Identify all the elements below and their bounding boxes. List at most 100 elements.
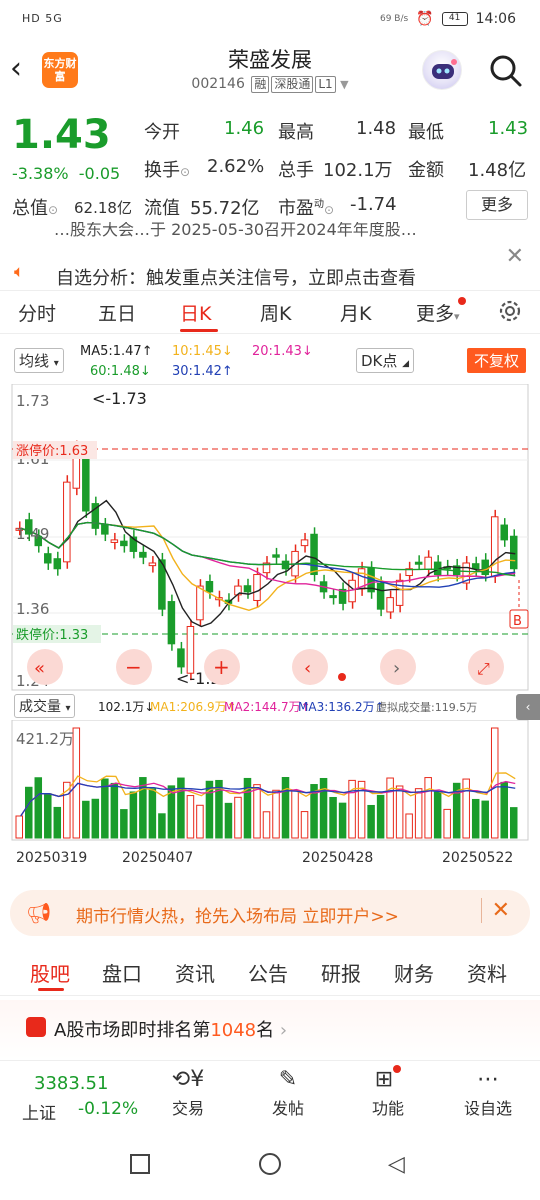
volume-bar [367,804,375,839]
search-icon[interactable] [488,53,524,89]
volume-bar [424,777,432,839]
volume-bar [300,811,309,839]
speaker-icon: 🔈︎ [14,262,25,282]
collapse-panel-icon[interactable]: ‹ [516,694,540,720]
buy-signal-marker[interactable]: B [513,614,522,629]
promo-text[interactable]: 期市行情火热，抢先入场布局 立即开户>> [76,902,399,927]
rank-number: 1048 [210,1020,257,1041]
info-icon[interactable]: ⊙ [324,203,334,217]
adjust-toggle-button[interactable]: 不复权 [466,348,526,373]
close-icon[interactable]: ✕ [506,244,524,269]
volume-bar [101,778,109,839]
announcement-text[interactable]: …股东大会…于 2025-05-30召开2024年年度股… [54,222,417,240]
tab-five-day[interactable]: 五日 [98,299,136,326]
amount-value: 1.48亿 [468,160,527,181]
candle-body [395,579,404,606]
candle-body [300,539,309,547]
tab-intraday[interactable]: 分时 [18,299,56,326]
index-value[interactable]: 3383.51 [34,1073,108,1094]
add-watchlist-button[interactable]: ⋯ 设自选 [448,1065,528,1119]
home-button[interactable] [259,1153,281,1175]
turnover-value: 2.62% [207,156,265,177]
chevron-down-icon[interactable]: ▼ [340,78,348,91]
recent-apps-button[interactable] [130,1154,150,1174]
volume-bar [253,784,261,839]
tab-weekly-k[interactable]: 周K [260,299,291,326]
rank-suffix: 名 [256,1020,275,1041]
volume-bar [139,777,147,839]
tab-more[interactable]: 更多▾ [416,297,466,326]
stock-header: ‹ 东方财富 荣盛发展 002146 融深股通 L1 ▼ [0,40,540,102]
post-button[interactable]: ✎ 发帖 [248,1065,328,1119]
close-icon[interactable]: ✕ [480,898,510,923]
tab-announcements[interactable]: 公告 [248,958,288,987]
tab-research[interactable]: 研报 [321,958,361,987]
chevron-down-icon: ◢ [402,359,410,369]
candle-body [82,452,90,512]
alert-text[interactable]: 自选分析：触发重点关注信号，立即点击查看 [56,264,416,290]
volume-chart[interactable]: 421.2万 20250319 20250407 20250428 202505… [0,719,540,870]
chevron-down-icon: ▾ [454,310,460,323]
signal-indicator: HD 5G [22,12,63,25]
pe-value: -1.74 [350,194,397,215]
ma-mode-select[interactable]: 均线 ▾ [14,348,64,373]
robot-avatar-icon[interactable] [422,50,462,90]
dk-point-select[interactable]: DK点 ◢ [356,348,415,373]
tab-profile[interactable]: 资料 [467,958,507,987]
ma5-value: MA5:1.47↑ [80,344,153,359]
tab-monthly-k[interactable]: 月K [340,299,371,326]
back-nav-button[interactable]: ◁ [388,1152,405,1177]
index-name: 上证 [22,1104,56,1124]
candle-body [44,553,52,564]
volume-svg[interactable]: 421.2万 20250319 20250407 20250428 202505… [0,719,540,870]
rank-text[interactable]: A股市场即时排名第1048名 › [54,1016,287,1042]
chevron-down-icon: ▾ [53,358,59,369]
date-label-2: 20250407 [122,850,193,866]
pe-label-text: 市盈 [278,198,314,219]
ma-legend: 均线 ▾ MA5:1.47↑ 10:1.45↓ 20:1.43↓ 60:1.48… [0,344,540,384]
price-change: -3.38% -0.05 [12,164,120,183]
tab-forum[interactable]: 股吧 [30,958,70,987]
promo-banner[interactable]: 📢︎ 期市行情火热，抢先入场布局 立即开户>> ✕ [10,890,530,936]
info-icon[interactable]: ⊙ [48,203,58,217]
y-label-3: 1.49 [16,525,49,543]
megaphone-icon: 📢︎ [26,901,52,925]
tab-news[interactable]: 资讯 [175,958,215,987]
tag-level: L1 [315,76,336,93]
mktcap-value: 62.18亿 [74,199,132,217]
kline-svg[interactable]: 1.73 1.61 1.49 1.36 1.24 涨停价:1.63 跌停价:1.… [0,383,540,694]
market-rank[interactable]: A股市场即时排名第1048名 › [0,1000,540,1060]
indicator-mode-label: 成交量 [19,699,61,715]
indicator-select[interactable]: 成交量 ▾ [14,694,76,718]
candle-body [196,585,204,621]
kline-chart[interactable]: 1.73 1.61 1.49 1.36 1.24 涨停价:1.63 跌停价:1.… [0,383,540,694]
trade-label: 交易 [171,1099,204,1118]
vol-ma3: MA3:136.2万↑ [298,700,385,714]
functions-button[interactable]: ⊞ 功能 [348,1065,428,1119]
tab-orderbook[interactable]: 盘口 [102,958,142,987]
virtual-volume: 虚拟成交量:119.5万 [376,701,478,714]
tab-finance[interactable]: 财务 [394,958,434,987]
volume-bar [44,793,52,839]
ma10-value: 10:1.45↓ [172,344,233,359]
turnover-label: 换手⊙ [144,156,190,182]
status-bar: HD 5G 69 B/s ⏰ 41 14:06 [0,0,540,40]
candle-body [167,601,176,645]
alarm-icon: ⏰ [416,11,434,27]
tab-daily-k[interactable]: 日K [180,299,211,326]
volume-legend: 成交量 ▾ 102.1万↓ MA1:206.9万↑ MA2:144.7万↑ MA… [0,694,540,720]
high-marker: <-1.73 [92,389,147,408]
candle-body [110,539,119,543]
candle-body [329,595,337,599]
page-dot [338,673,346,681]
date-label-1: 20250319 [16,850,87,866]
volume-bar [224,802,233,839]
trade-button[interactable]: ⟲¥ 交易 [148,1065,228,1119]
candle-body [386,597,394,613]
news-strip[interactable]: …股东大会…于 2025-05-30召开2024年年度股… 🔈︎ 自选分析：触发… [0,222,540,292]
gear-icon[interactable] [496,297,524,329]
volume-bar [120,809,128,839]
candle-body [177,648,185,668]
more-button[interactable]: 更多 [466,190,528,220]
info-icon[interactable]: ⊙ [180,165,190,179]
